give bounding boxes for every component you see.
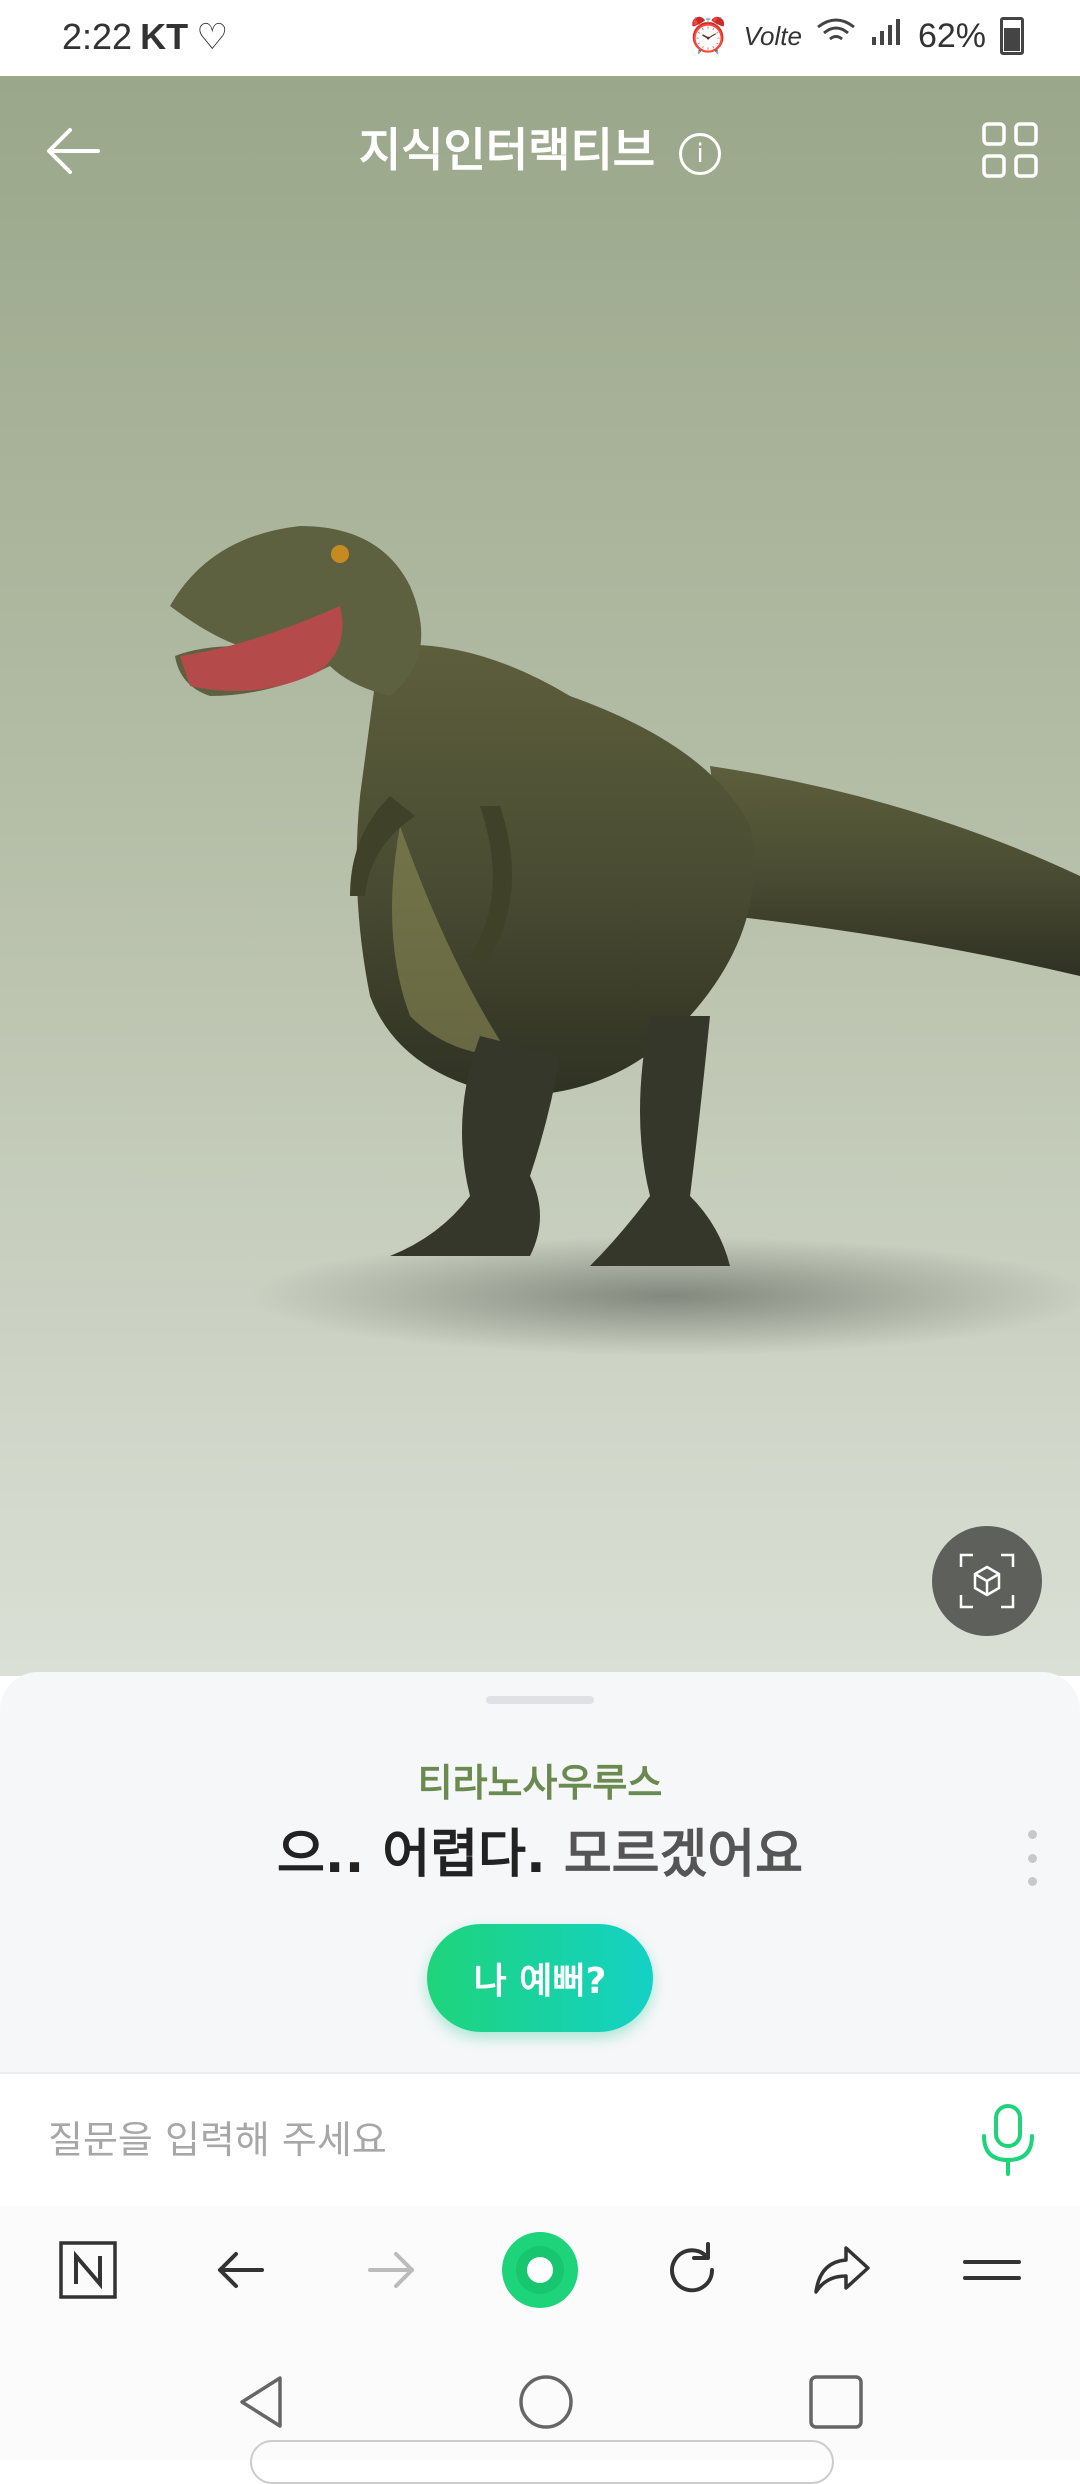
battery-percent: 62% [917, 16, 986, 55]
browser-back-button[interactable] [204, 2234, 276, 2306]
system-home-button[interactable] [510, 2366, 582, 2438]
page-title-text: 지식인터랙티브 [358, 123, 656, 177]
status-time: 2:22 [62, 16, 133, 57]
grid-menu-button[interactable] [980, 120, 1040, 180]
signal-icon [870, 17, 904, 56]
share-button[interactable] [806, 2234, 878, 2306]
home-circle-icon [502, 2232, 578, 2308]
browser-back-icon [218, 2252, 264, 2288]
volte-label: Volte [743, 20, 802, 51]
system-nav-bar [0, 2336, 1080, 2484]
scene-viewer[interactable]: 지식인터랙티브 i [0, 76, 1080, 1676]
question-input[interactable] [46, 2104, 930, 2176]
menu-button[interactable] [956, 2234, 1028, 2306]
system-recent-button[interactable] [800, 2366, 872, 2438]
battery-icon [1000, 17, 1024, 55]
status-right: ⏰ Volte 62% [687, 16, 1024, 56]
gesture-pill [250, 2440, 834, 2484]
naver-n-icon [59, 2241, 117, 2299]
browser-forward-button[interactable] [356, 2234, 428, 2306]
naver-home-button[interactable] [52, 2234, 124, 2306]
browser-forward-icon [368, 2252, 414, 2288]
nav-recent-icon [809, 2375, 863, 2429]
status-left: 2:22 KT ♡ [62, 16, 228, 58]
suggestion-chip[interactable]: 나 예뻐? [427, 1924, 653, 2032]
wifi-icon [816, 17, 856, 56]
question-input-bar [0, 2072, 1080, 2208]
grid-icon [982, 122, 1038, 178]
page-title: 지식인터랙티브 i [0, 114, 1080, 180]
character-speech: 으.. 어렵다. 모르겠어요 [0, 1812, 1080, 1887]
menu-icon [963, 2260, 1021, 2280]
system-back-button[interactable] [226, 2366, 298, 2438]
status-bar: 2:22 KT ♡ ⏰ Volte 62% [0, 0, 1080, 76]
ar-view-button[interactable] [932, 1526, 1042, 1636]
browser-toolbar [0, 2206, 1080, 2336]
green-dot-button[interactable] [502, 2232, 578, 2308]
tyrannosaurus-model[interactable] [150, 496, 1080, 1416]
mic-icon [982, 2104, 1034, 2176]
character-name: 티라노사우루스 [417, 1761, 663, 1805]
status-carrier: KT [140, 16, 189, 57]
alarm-icon: ⏰ [687, 17, 730, 55]
more-options-button[interactable] [1024, 1830, 1040, 1886]
chat-sheet: 티라노사우루스 으.. 어렵다. 모르겠어요 나 예뻐? [0, 1672, 1080, 2072]
info-icon[interactable]: i [679, 132, 722, 175]
share-icon [814, 2246, 870, 2294]
sheet-drag-handle[interactable] [486, 1696, 594, 1704]
top-bar: 지식인터랙티브 i [0, 76, 1080, 216]
nav-home-icon [519, 2375, 573, 2429]
refresh-icon [670, 2242, 715, 2293]
ar-cube-icon [959, 1553, 1015, 1609]
nav-back-icon [240, 2376, 282, 2428]
heart-icon: ♡ [196, 16, 229, 57]
speech-part-2: 모르겠어요 [563, 1825, 804, 1885]
speech-part-1: 으.. 어렵다. [276, 1825, 546, 1885]
more-vertical-icon [1027, 1830, 1037, 1839]
refresh-button[interactable] [656, 2234, 728, 2306]
mic-button[interactable] [976, 2102, 1040, 2178]
